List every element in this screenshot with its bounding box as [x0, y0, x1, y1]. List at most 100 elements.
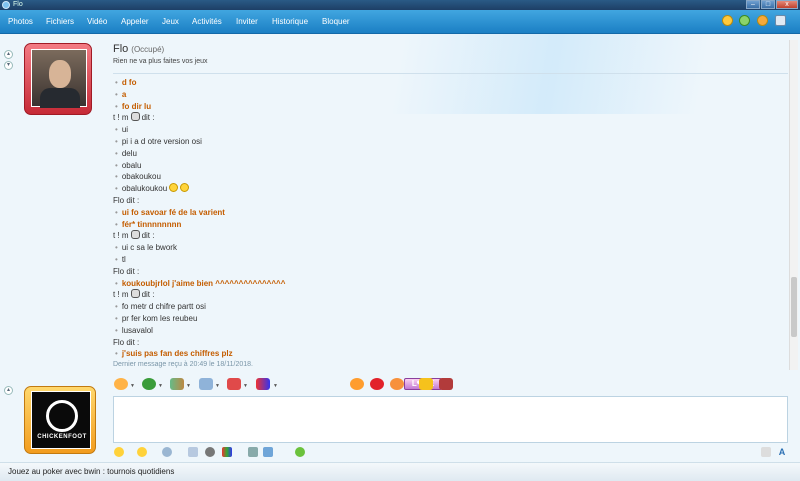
message-text: lusavalol — [121, 325, 153, 335]
menu-item-invite[interactable]: Inviter — [236, 17, 258, 26]
games-icon[interactable] — [222, 447, 232, 457]
menu-item-block[interactable]: Bloquer — [322, 17, 350, 26]
says-label: dit : — [141, 113, 155, 123]
font-icon[interactable] — [248, 447, 258, 457]
says-label: dit : — [141, 290, 155, 300]
bullet-icon: • — [115, 313, 118, 323]
message-line: • koukoubjrlol j'aime bien ^^^^^^^^^^^^^^… — [113, 278, 773, 290]
ink-icon[interactable] — [439, 378, 453, 390]
says-label: dit : — [126, 337, 140, 347]
window-controls: – □ x — [746, 0, 798, 9]
menu-bar: Photos Fichiers Vidéo Appeler Jeux Activ… — [0, 10, 800, 34]
send-file-icon[interactable] — [295, 447, 305, 457]
text-mode-icon[interactable]: A — [777, 447, 787, 457]
says-label: dit : — [126, 266, 140, 276]
message-text: tl — [121, 254, 126, 264]
grin-emoticon-icon — [180, 183, 190, 193]
scrollbar-thumb[interactable] — [791, 277, 797, 337]
menu-item-photos[interactable]: Photos — [8, 17, 33, 26]
image-icon[interactable] — [188, 447, 198, 457]
voice-clip-icon[interactable] — [162, 447, 172, 457]
menu-item-video[interactable]: Vidéo — [87, 17, 107, 26]
emoticon-icon[interactable] — [114, 378, 128, 390]
menu-item-activities[interactable]: Activités — [192, 17, 222, 26]
bullet-icon: • — [115, 148, 118, 158]
self-avatar[interactable]: CHICKENFOOT — [24, 386, 96, 454]
message-line: • lusavalol — [113, 325, 773, 337]
side-controls: ▴ ▾ ▴ — [0, 34, 18, 474]
smiley-icon[interactable] — [350, 378, 364, 390]
says-label: dit : — [141, 231, 155, 241]
sender-line: t ! m dit : — [113, 289, 773, 301]
abc-icon[interactable] — [256, 378, 270, 390]
message-line: • ui — [113, 124, 773, 136]
grin-emoticon-icon — [169, 183, 179, 193]
message-text: pr fer kom les reubeu — [121, 313, 198, 323]
contact-status: (Occupé) — [131, 45, 165, 54]
emoticon-toolbar: ▼ ▼ ▼ ▼ ▼ ▼ L❤VE ▼ — [113, 375, 793, 395]
message-text: fo dir lu — [121, 101, 152, 111]
lips-icon[interactable] — [370, 378, 384, 390]
menu-item-files[interactable]: Fichiers — [46, 17, 74, 26]
contact-photo — [31, 49, 87, 108]
menu-item-history[interactable]: Historique — [272, 17, 308, 26]
expand-icon[interactable]: ▴ — [4, 386, 13, 395]
bullet-icon: • — [115, 243, 118, 253]
status-bar: Jouez au poker avec bwin : tournois quot… — [0, 462, 800, 481]
wink-icon[interactable] — [722, 15, 733, 26]
conversation-scrollbar[interactable] — [789, 40, 798, 370]
color-icon[interactable] — [263, 447, 273, 457]
window-titlebar: Flo – □ x — [0, 0, 800, 10]
self-avatar-caption: CHICKENFOOT — [37, 434, 87, 440]
options-menu-icon[interactable] — [775, 15, 786, 26]
message-text: pi i a d otre version osi — [121, 136, 202, 146]
bullet-icon: • — [115, 349, 118, 359]
message-text: obalukoukou — [121, 184, 168, 194]
message-line: • tl — [113, 254, 773, 266]
advertisement-link[interactable]: Jouez au poker avec bwin : tournois quot… — [8, 467, 174, 476]
emoticons-menu-icon[interactable] — [114, 447, 124, 457]
message-text: ui c sa le bwork — [121, 243, 177, 253]
sender-line: Flo dit : — [113, 337, 773, 349]
contact-personal-message: Rien ne va plus faites vos jeux — [113, 58, 208, 65]
maximize-button[interactable]: □ — [761, 0, 775, 9]
menu-item-games[interactable]: Jeux — [162, 17, 179, 26]
message-input[interactable] — [113, 396, 788, 443]
background-menu-icon[interactable] — [205, 447, 215, 457]
gift-icon[interactable] — [227, 378, 241, 390]
collapse-up-icon[interactable]: ▴ — [4, 50, 13, 59]
bullet-icon: • — [115, 160, 118, 170]
message-line: • obalukoukou — [113, 183, 773, 195]
bullet-icon: • — [115, 101, 118, 111]
collapse-down-icon[interactable]: ▾ — [4, 61, 13, 70]
minimize-button[interactable]: – — [746, 0, 760, 9]
message-text: d fo — [121, 78, 137, 87]
close-button[interactable]: x — [776, 0, 798, 9]
bullet-icon: • — [115, 278, 118, 288]
wink-pack-icon[interactable] — [170, 378, 184, 390]
message-text: ui — [121, 125, 129, 135]
cat-emoticon-icon — [130, 289, 140, 299]
winks-menu-icon[interactable] — [137, 447, 147, 457]
bullet-icon: • — [115, 136, 118, 146]
contact-avatar[interactable] — [24, 43, 92, 115]
message-line: • a — [113, 89, 773, 101]
bullet-icon: • — [115, 207, 118, 217]
contact-header: Flo (Occupé) — [113, 43, 164, 55]
messenger-icon — [2, 1, 10, 9]
eye-icon[interactable] — [142, 378, 156, 390]
background-icon[interactable] — [199, 378, 213, 390]
nudge-icon[interactable] — [757, 15, 768, 26]
bullet-icon: • — [115, 89, 118, 99]
pencil-icon[interactable] — [419, 378, 433, 390]
self-photo: CHICKENFOOT — [31, 391, 91, 449]
contact-name: Flo — [113, 43, 129, 55]
menu-item-call[interactable]: Appeler — [121, 17, 149, 26]
bullet-icon: • — [115, 254, 118, 264]
contacts-icon[interactable] — [739, 15, 750, 26]
grin-icon[interactable] — [390, 378, 404, 390]
handwriting-icon[interactable] — [761, 447, 771, 457]
message-line: • pi i a d otre version osi — [113, 136, 773, 148]
sender-name: t ! m — [113, 231, 129, 241]
conversation-history[interactable]: • d fo • a • fo dir lu t ! m dit : • ui • pi i a d … — [113, 77, 773, 369]
